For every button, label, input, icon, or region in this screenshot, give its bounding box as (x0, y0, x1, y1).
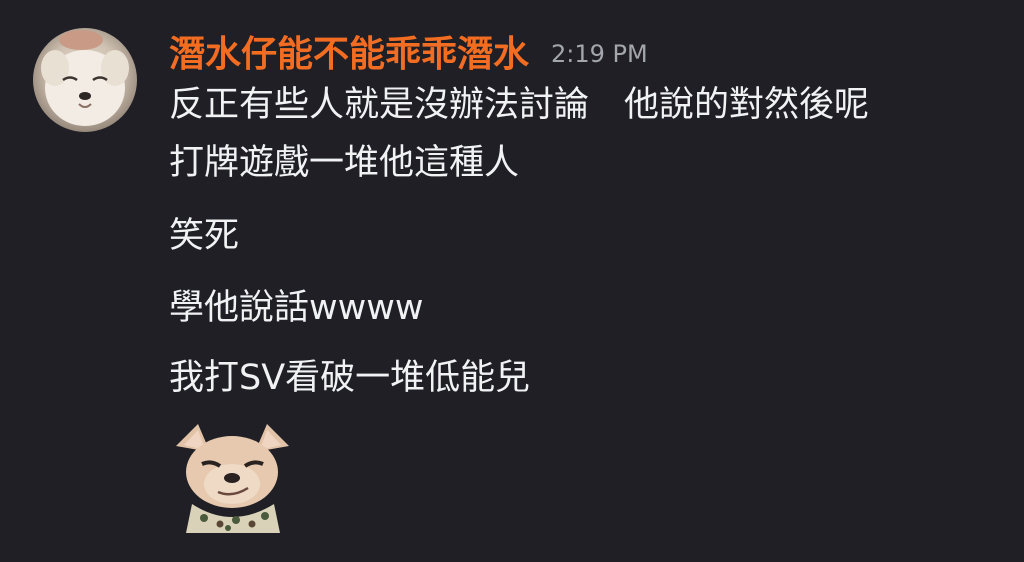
user-avatar[interactable] (33, 28, 137, 132)
message-line-2: 打牌遊戲一堆他這種人 (169, 143, 520, 183)
dog-avatar-icon (41, 30, 129, 126)
username[interactable]: 潛水仔能不能乖乖潛水 (169, 25, 529, 77)
message-line-4: 學他說話wwww (169, 288, 424, 328)
dog-sticker[interactable] (170, 418, 295, 533)
timestamp: 2:19 PM (551, 40, 648, 68)
message-line-3: 笑死 (169, 216, 240, 256)
message-line-5: 我打SV看破一堆低能兒 (169, 358, 531, 398)
chat-message: 潛水仔能不能乖乖潛水 2:19 PM 反正有些人就是沒辦法討論 他說的對然後呢 … (0, 0, 1024, 562)
smirking-chihuahua-sticker-icon (176, 424, 289, 533)
message-line-1: 反正有些人就是沒辦法討論 他說的對然後呢 (169, 85, 870, 125)
message-header: 潛水仔能不能乖乖潛水 2:19 PM (169, 26, 648, 76)
